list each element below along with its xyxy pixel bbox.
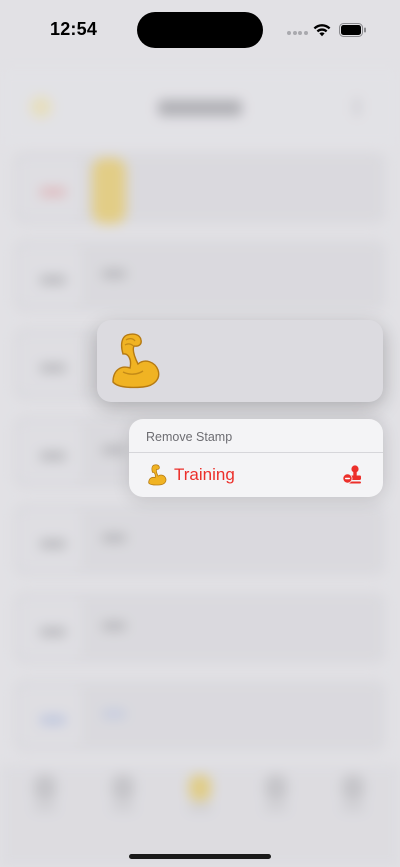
focused-stamp-card [97, 320, 383, 402]
status-bar: 12:54 [0, 0, 400, 58]
menu-item-label: Training [174, 465, 235, 484]
wifi-icon [313, 24, 331, 37]
battery-icon [339, 23, 366, 37]
status-time: 12:54 [50, 19, 98, 39]
remove-training-stamp-button[interactable]: Training [129, 453, 383, 497]
home-indicator [129, 854, 271, 859]
dynamic-island [137, 12, 263, 48]
flexed-biceps-icon [148, 464, 167, 486]
stamp-remove-icon [342, 465, 361, 484]
flexed-biceps-icon [112, 333, 160, 389]
context-menu: Remove Stamp Training [129, 419, 383, 497]
menu-header: Remove Stamp [146, 430, 233, 444]
cellular-dots-icon [287, 31, 309, 49]
